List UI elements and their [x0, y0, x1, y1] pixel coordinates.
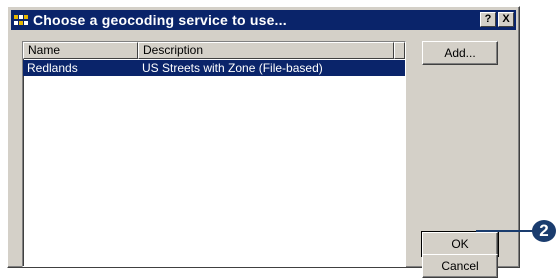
geocoding-service-list[interactable]: Name Description Redlands US Streets wit…	[22, 41, 406, 267]
geocoding-service-dialog: Choose a geocoding service to use... ? X…	[7, 6, 520, 278]
step-callout-badge: 2	[532, 220, 556, 242]
app-icon	[13, 13, 29, 27]
list-item[interactable]: Redlands US Streets with Zone (File-base…	[23, 60, 405, 76]
column-header-name[interactable]: Name	[23, 42, 138, 59]
add-button[interactable]: Add...	[422, 41, 498, 65]
title-bar[interactable]: Choose a geocoding service to use... ? X	[11, 10, 516, 30]
callout-line	[476, 230, 536, 232]
ok-button[interactable]: OK	[421, 231, 499, 257]
dialog-title: Choose a geocoding service to use...	[33, 12, 287, 28]
cancel-button[interactable]: Cancel	[422, 254, 498, 278]
list-header: Name Description	[23, 42, 405, 59]
service-description: US Streets with Zone (File-based)	[142, 61, 323, 75]
help-button[interactable]: ?	[480, 12, 496, 27]
column-header-description[interactable]: Description	[138, 42, 394, 59]
close-button[interactable]: X	[498, 12, 514, 27]
service-name: Redlands	[27, 61, 78, 75]
column-header-filler	[394, 42, 405, 59]
